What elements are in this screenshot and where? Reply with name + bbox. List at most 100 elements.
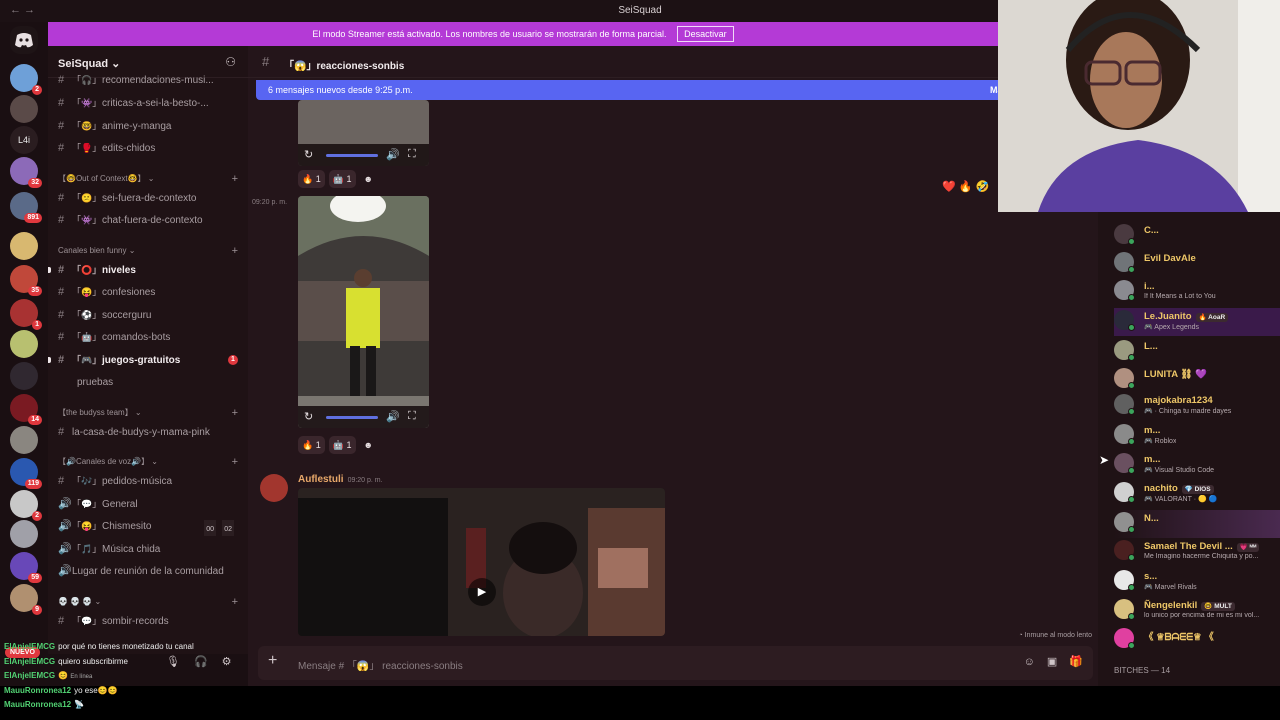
server-icon[interactable]	[10, 232, 38, 260]
online-status	[1128, 408, 1135, 415]
channel-item[interactable]: # 「🎧」recomendaciones-musi...	[58, 70, 244, 90]
server-folder-icon[interactable]: 891	[10, 192, 42, 223]
member-item[interactable]: N...	[1114, 510, 1280, 538]
server-icon[interactable]: 14	[10, 394, 42, 425]
member-item[interactable]: Le.Juanito 🔥 AoaR 🎮 Apex Legends	[1114, 308, 1280, 336]
reaction-fire[interactable]: 🔥 1	[298, 170, 325, 188]
channel-item[interactable]: # 「🥊」edits-chidos	[58, 138, 244, 158]
member-item[interactable]: C...	[1114, 222, 1280, 250]
replay-icon[interactable]: ↻	[304, 410, 313, 423]
member-item[interactable]: Samael The Devil ... 💗 ᴹᴹ Me Imagino hacer…	[1114, 538, 1280, 566]
progress-bar[interactable]	[326, 154, 378, 157]
member-item[interactable]: 《 ♕ᗷᗩᗴᗴ♕ 《	[1114, 626, 1280, 654]
member-tag: 🤓 MULT	[1201, 602, 1235, 611]
progress-bar[interactable]	[326, 416, 378, 419]
member-item[interactable]: m... 🎮 Visual Studio Code	[1114, 451, 1280, 479]
add-channel-icon[interactable]: +	[232, 405, 238, 421]
server-icon[interactable]: 2	[10, 490, 42, 521]
sticker-icon[interactable]: ▣	[1047, 656, 1057, 668]
channel-item[interactable]: # 「🤖」comandos-bots	[58, 327, 244, 347]
channel-item[interactable]: # 「👾」criticas-a-sei-la-besto-...	[58, 93, 244, 113]
member-item[interactable]: Evil DavAle	[1114, 250, 1280, 278]
reaction-robot[interactable]: 🤖 1	[328, 170, 356, 188]
add-channel-icon[interactable]: +	[232, 171, 238, 187]
member-item[interactable]: i... If It Means a Lot to You	[1114, 278, 1280, 306]
fullscreen-icon[interactable]: ⛶	[408, 410, 416, 423]
channel-item[interactable]: # 「😝」confesiones	[58, 282, 244, 302]
attach-plus-icon[interactable]: +	[268, 652, 277, 670]
member-item[interactable]: s... 🎮 Marvel Rivals	[1114, 568, 1280, 596]
video-attachment[interactable]: ↻ 🔊 ⛶	[298, 196, 429, 428]
voice-channel-item[interactable]: 🔊「💬」General	[58, 494, 244, 514]
category-canales-funny[interactable]: Canales bien funny ⌄ +	[58, 243, 238, 259]
reaction-robot[interactable]: 🤖 1	[328, 436, 356, 454]
category-out-of-context[interactable]: 【🤓Out of Context🤓】 ⌄ +	[58, 171, 238, 187]
discord-home-icon[interactable]	[10, 26, 38, 54]
add-channel-icon[interactable]: +	[232, 454, 238, 470]
person-add-icon[interactable]: ⚇	[225, 55, 236, 69]
emoji-icon[interactable]: ☺	[1024, 656, 1035, 668]
gift-icon[interactable]: 🎁	[1069, 656, 1083, 668]
disable-streamer-button[interactable]: Desactivar	[677, 26, 734, 42]
replay-icon[interactable]: ↻	[304, 148, 313, 161]
user-controls: 🎙 🎧 ⚙	[166, 655, 246, 668]
server-icon[interactable]: 2	[10, 64, 42, 95]
server-l4i[interactable]: L4i	[10, 126, 38, 154]
add-channel-icon[interactable]: +	[232, 594, 238, 610]
server-icon[interactable]	[10, 520, 38, 548]
channel-item[interactable]: # 「😕」sei-fuera-de-contexto	[58, 188, 244, 208]
server-icon[interactable]	[10, 95, 38, 123]
volume-icon[interactable]: 🔊	[386, 410, 400, 423]
category-budyss-team[interactable]: 【the budyss team】 ⌄ +	[58, 405, 238, 421]
channel-item[interactable]: # 「💬」sombir-records	[58, 611, 244, 631]
play-icon[interactable]: ▶	[468, 578, 496, 606]
server-folder-icon[interactable]: 32	[10, 157, 42, 188]
server-icon[interactable]: 119	[10, 458, 42, 489]
channel-item[interactable]: # la-casa-de-budys-y-mama-pink	[58, 422, 244, 442]
headphones-icon[interactable]: 🎧	[194, 656, 208, 668]
server-icon[interactable]	[10, 362, 38, 390]
server-icon[interactable]: 35	[10, 265, 42, 296]
gear-icon[interactable]: ⚙	[222, 656, 232, 668]
channel-item[interactable]: # 「⭕」niveles	[58, 260, 244, 280]
server-icon[interactable]	[10, 330, 38, 358]
channel-item[interactable]: # 「⚽」soccerguru	[58, 305, 244, 325]
voice-channel-item[interactable]: 🔊「🎵」Música chida	[58, 539, 244, 559]
hash-icon: #	[58, 309, 65, 321]
category-skulls[interactable]: 💀 💀 💀 ⌄ +	[58, 594, 238, 610]
microphone-icon[interactable]: 🎙	[166, 656, 180, 668]
member-item[interactable]: m... 🎮 Roblox	[1114, 422, 1280, 450]
video-attachment[interactable]: ▶	[298, 488, 665, 636]
channel-item[interactable]: # 「👾」chat-fuera-de-contexto	[58, 210, 244, 230]
video-attachment[interactable]: ↻ 🔊 ⛶	[298, 100, 429, 166]
reaction-fire[interactable]: 🔥 1	[298, 436, 325, 454]
channel-item[interactable]: pruebas	[58, 373, 244, 393]
server-icon[interactable]: 59	[10, 552, 42, 583]
add-reaction-icon[interactable]: ☻	[360, 436, 377, 454]
volume-icon[interactable]: 🔊	[386, 148, 400, 161]
channel-item[interactable]: # 「🤓」anime-y-manga	[58, 116, 244, 136]
member-item[interactable]: Ñengelenkil 🤓 MULT lo unico por encima de …	[1114, 597, 1280, 625]
channel-item[interactable]: # 「🎶」pedidos-música	[58, 471, 244, 491]
message-input[interactable]: Mensaje # 「😱」 reacciones-sonbis	[298, 657, 463, 672]
server-icon[interactable]	[10, 426, 38, 454]
message-author[interactable]: Auflestuli 09:20 p. m.	[298, 474, 383, 485]
add-reaction-icon[interactable]: ☻	[360, 170, 377, 188]
online-status	[1128, 294, 1135, 301]
category-voice[interactable]: 【🔊Canales de voz🔊】 ⌄ +	[58, 454, 238, 470]
new-messages-bar[interactable]: 6 mensajes nuevos desde 9:25 p.m.Mar	[256, 80, 1006, 100]
avatar[interactable]	[260, 474, 288, 502]
voice-channel-item[interactable]: 🔊「😝」Chismesito 00 02	[58, 516, 244, 536]
server-icon[interactable]: 1	[10, 299, 42, 330]
hover-reactions[interactable]: ❤️ 🔥 🤣	[942, 180, 989, 193]
server-icon[interactable]: 9	[10, 584, 42, 615]
add-channel-icon[interactable]: +	[232, 243, 238, 259]
member-item[interactable]: nachito 💎 DIOS 🎮 VALORANT · 🟡 🔵	[1114, 480, 1280, 508]
hash-icon: #	[58, 214, 65, 226]
channel-item[interactable]: # 「🎮」juegos-gratuitos 1	[58, 350, 244, 370]
stage-channel-item[interactable]: 🔊Lugar de reunión de la comunidad	[58, 561, 244, 581]
member-item[interactable]: LUNITA ⛓ 💜	[1114, 366, 1280, 394]
member-item[interactable]: L...	[1114, 338, 1280, 366]
fullscreen-icon[interactable]: ⛶	[408, 148, 416, 161]
member-item[interactable]: majokabra1234 🎮 · Chinga tu madre dayes	[1114, 392, 1280, 420]
